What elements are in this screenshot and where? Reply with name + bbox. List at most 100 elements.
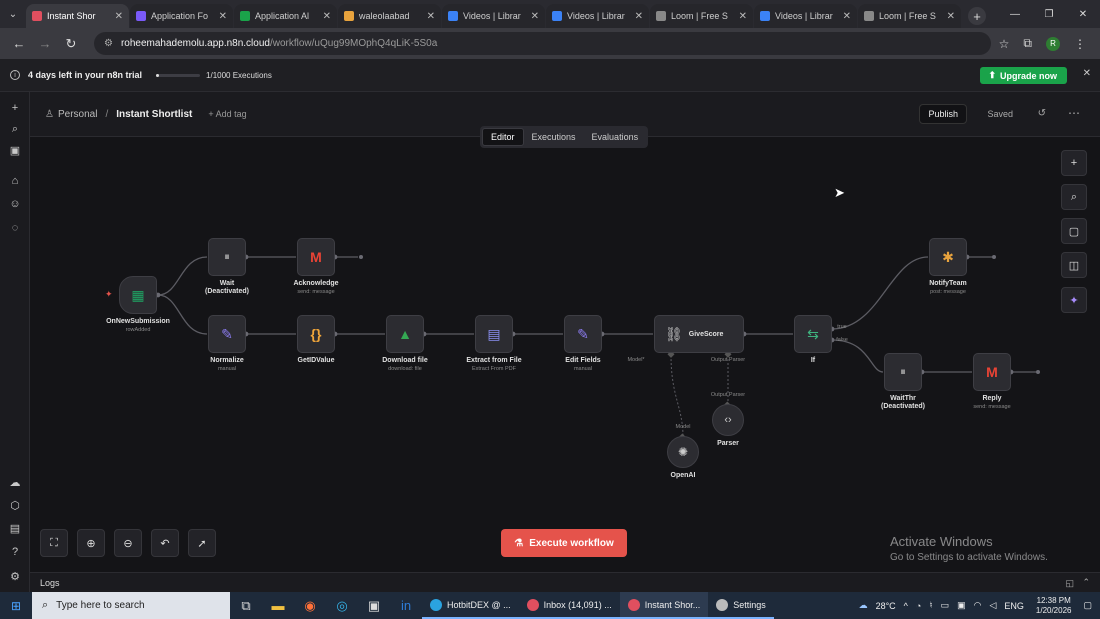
wifi-icon[interactable]: ◠ (974, 600, 982, 611)
upgrade-now-button[interactable]: ⬆ Upgrade now (980, 67, 1067, 84)
new-tab-plus-icon[interactable]: + (968, 7, 986, 25)
volume-icon[interactable]: ◁ (989, 600, 996, 611)
node-onnewsubmission[interactable]: ▦ (119, 276, 157, 314)
sidebar-user-icon[interactable]: ☺ (7, 196, 23, 212)
sidebar-chat-icon[interactable]: ◌ (7, 220, 23, 236)
tab-evaluations[interactable]: Evaluations (584, 128, 647, 146)
zoom-out-icon[interactable]: ⊖ (114, 529, 142, 557)
side-panel-icon[interactable]: ◫ (1061, 252, 1087, 278)
node-acknowledge[interactable]: M (297, 238, 335, 276)
browser-tab[interactable]: Application Fo ✕ (130, 4, 233, 28)
history-icon[interactable]: ↺ (1038, 108, 1046, 119)
windows-start-icon[interactable]: ⊞ (0, 592, 32, 619)
node-reply[interactable]: M (973, 353, 1011, 391)
canvas-search-icon[interactable]: ⌕ (1061, 184, 1087, 210)
task-view-icon[interactable]: ⧉ (230, 592, 262, 619)
more-options-icon[interactable]: ⋯ (1068, 106, 1080, 120)
tab-search-chevron-icon[interactable]: ⌄ (0, 0, 26, 28)
store-icon[interactable]: ▣ (358, 592, 390, 619)
taskbar-app[interactable]: Instant Shor... (619, 592, 709, 619)
minimize-icon[interactable]: — (998, 0, 1032, 28)
network-icon[interactable]: ◔ (916, 601, 921, 611)
tab-close-icon[interactable]: ✕ (635, 11, 643, 22)
taskbar-app[interactable]: HotbitDEX @ ... (422, 592, 519, 619)
taskbar-app[interactable]: Settings (708, 592, 774, 619)
add-node-plus-icon[interactable]: + (1061, 150, 1087, 176)
publish-button[interactable]: Publish (919, 104, 967, 124)
browser-menu-icon[interactable]: ⋮ (1074, 37, 1086, 51)
sidebar-cloud-icon[interactable]: ☁ (7, 474, 23, 490)
node-givescore[interactable]: ⛓ GiveScore (654, 315, 744, 353)
tab-editor[interactable]: Editor (482, 128, 524, 146)
execute-workflow-button[interactable]: ⚗ Execute workflow (501, 529, 627, 557)
sidebar-templates-icon[interactable]: ⬡ (7, 497, 23, 513)
workflow-name[interactable]: Instant Shortlist (116, 109, 192, 120)
url-input[interactable]: ⚙ roheemahademolu.app.n8n.cloud/workflow… (94, 32, 991, 55)
linkedin-icon[interactable]: in (390, 592, 422, 619)
language[interactable]: ENG (1004, 601, 1024, 611)
tab-close-icon[interactable]: ✕ (427, 11, 435, 22)
tab-close-icon[interactable]: ✕ (947, 11, 955, 22)
battery-icon[interactable]: ▭ (941, 600, 950, 611)
browser-tab[interactable]: Instant Shor ✕ (26, 4, 129, 28)
browser-tab[interactable]: Loom | Free S ✕ (858, 4, 961, 28)
taskbar-app[interactable]: Inbox (14,091) ... (518, 592, 620, 619)
taskbar-search-input[interactable]: ⌕ Type here to search (32, 592, 230, 619)
node-normalize[interactable]: ✎ (208, 315, 246, 353)
node-getidvalue[interactable]: {} (297, 315, 335, 353)
reload-icon[interactable]: ↻ (60, 33, 82, 55)
browser-tab[interactable]: Application Al ✕ (234, 4, 337, 28)
browser-tab[interactable]: Videos | Librar ✕ (754, 4, 857, 28)
taskbar-clock[interactable]: 12:38 PM 1/20/2026 (1036, 596, 1072, 616)
sidebar-search-icon[interactable]: ⌕ (7, 121, 23, 137)
tab-close-icon[interactable]: ✕ (739, 11, 747, 22)
sidebar-home-icon[interactable]: ⌂ (7, 173, 23, 189)
notifications-icon[interactable]: ▢ (1083, 600, 1092, 611)
tab-close-icon[interactable]: ✕ (219, 11, 227, 22)
node-download-file[interactable]: ▲ (386, 315, 424, 353)
browser-tab[interactable]: Loom | Free S ✕ (650, 4, 753, 28)
bookmark-star-icon[interactable]: ☆ (999, 37, 1010, 51)
firefox-icon[interactable]: ◉ (294, 592, 326, 619)
zoom-in-icon[interactable]: ⊕ (77, 529, 105, 557)
tab-close-icon[interactable]: ✕ (843, 11, 851, 22)
sidebar-panel-icon[interactable]: ▣ (7, 142, 23, 158)
node-openai[interactable]: ✺ (667, 436, 699, 468)
node-edit-fields[interactable]: ✎ (564, 315, 602, 353)
sticky-note-icon[interactable]: ▢ (1061, 218, 1087, 244)
breadcrumb-project[interactable]: Personal (58, 109, 97, 120)
browser-tab[interactable]: Videos | Librar ✕ (442, 4, 545, 28)
fit-view-icon[interactable]: ⛶ (40, 529, 68, 557)
tab-close-icon[interactable]: ✕ (115, 11, 123, 22)
sidebar-insights-icon[interactable]: ▤ (7, 520, 23, 536)
browser-tab[interactable]: waleolaabad ✕ (338, 4, 441, 28)
camera-icon[interactable]: ▣ (957, 600, 966, 611)
tray-chevron-up-icon[interactable]: ^ (904, 601, 908, 611)
edge-icon[interactable]: ◎ (326, 592, 358, 619)
node-waitthr[interactable]: ⏸ (884, 353, 922, 391)
undo-icon[interactable]: ↶ (151, 529, 179, 557)
node-notifyteam[interactable]: ✱ (929, 238, 967, 276)
tab-close-icon[interactable]: ✕ (323, 11, 331, 22)
browser-tab[interactable]: Videos | Librar ✕ (546, 4, 649, 28)
node-parser[interactable]: ‹› (712, 404, 744, 436)
sidebar-help-icon[interactable]: ? (7, 544, 23, 560)
logs-bar[interactable]: Logs ◱ ⌃ (30, 572, 1100, 592)
extensions-puzzle-icon[interactable]: ⧉ (1023, 36, 1032, 51)
back-arrow-icon[interactable]: ← (8, 33, 30, 55)
microphone-icon[interactable]: ♮ (929, 600, 932, 611)
site-info-icon[interactable]: ⚙ (104, 38, 113, 49)
node-extract-from-file[interactable]: ▤ (475, 315, 513, 353)
forward-arrow-icon[interactable]: → (34, 33, 56, 55)
profile-avatar[interactable]: R (1046, 36, 1060, 51)
sidebar-settings-icon[interactable]: ⚙ (7, 568, 23, 584)
file-explorer-icon[interactable]: ▬ (262, 592, 294, 619)
tab-executions[interactable]: Executions (524, 128, 584, 146)
workflow-canvas[interactable]: ✦ ▦ OnNewSubmission rowAdded ⏸ Wait (Dea… (30, 137, 1100, 572)
ai-assistant-sparkle-icon[interactable]: ✦ (1061, 287, 1087, 313)
temperature[interactable]: 28°C (876, 601, 896, 611)
close-window-icon[interactable]: ✕ (1066, 0, 1100, 28)
sidebar-add-icon[interactable]: + (7, 100, 23, 116)
restore-icon[interactable]: ❐ (1032, 0, 1066, 28)
tab-close-icon[interactable]: ✕ (531, 11, 539, 22)
